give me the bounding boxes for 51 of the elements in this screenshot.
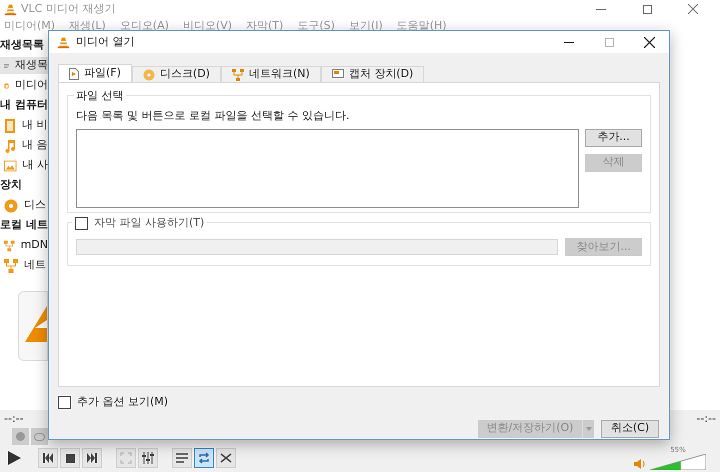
tab[interactable]: 디스크(D) [132, 66, 221, 82]
cone-icon [57, 36, 70, 48]
image-icon [4, 160, 16, 172]
elapsed-time: --:-- [4, 410, 24, 427]
stop-icon[interactable] [60, 448, 80, 468]
sidebar-item[interactable]: 내 비 [0, 117, 48, 134]
sidebar-item[interactable]: 재생목 [0, 57, 48, 74]
checkbox[interactable] [75, 216, 88, 230]
film-icon [4, 118, 16, 132]
maximize-icon[interactable] [642, 4, 652, 14]
speaker-icon[interactable] [634, 458, 646, 470]
sidebar-header: 장치 [0, 177, 23, 193]
network-icon [4, 258, 18, 272]
sidebar-item[interactable]: 내 음 [0, 137, 48, 154]
sidebar-item[interactable]: 네트 [0, 257, 48, 274]
maximize-icon [604, 38, 614, 46]
loop-icon[interactable] [194, 448, 214, 468]
sidebar-header: 재생목록 [0, 37, 45, 53]
network-icon [232, 68, 244, 80]
document-icon [69, 68, 79, 80]
sidebar-item[interactable]: 내 사 [0, 157, 48, 174]
description: 다음 목록 및 버튼으로 로컬 파일을 선택할 수 있습니다. [76, 108, 350, 124]
sidebar-item[interactable]: 미디어 [0, 77, 48, 94]
button[interactable]: 취소(C) [601, 420, 659, 438]
volume-slider[interactable] [650, 454, 706, 470]
music-note-icon [4, 138, 16, 152]
button[interactable]: 추가... [585, 128, 642, 146]
dialog-title: 미디어 열기 [76, 34, 134, 50]
sidebar-item[interactable]: mDN [0, 237, 48, 254]
tab[interactable]: 파일(F) [58, 64, 132, 82]
sidebar-header: 로컬 네트 [0, 217, 48, 233]
capture-card-icon [332, 69, 344, 80]
cone-icon [4, 2, 17, 16]
network-icon [4, 238, 15, 252]
checkbox[interactable] [58, 396, 71, 409]
disc-icon [4, 198, 18, 212]
previous-icon[interactable] [38, 448, 58, 468]
equalizer-icon[interactable] [138, 448, 158, 468]
total-time: --:-- [696, 410, 716, 427]
playlist-icon[interactable] [172, 448, 192, 468]
checkbox-label[interactable]: 추가 옵션 보기(M) [77, 394, 168, 410]
close-icon[interactable] [644, 36, 654, 48]
tab[interactable]: 네트워크(N) [220, 66, 321, 82]
window-title: VLC 미디어 재생기 [21, 0, 116, 17]
tab[interactable]: 캡처 장치(D) [320, 66, 424, 82]
file-list[interactable] [76, 128, 579, 208]
next-icon[interactable] [82, 448, 102, 468]
checkbox-label[interactable]: 자막 파일 사용하기(T) [94, 215, 204, 232]
sidebar-item[interactable]: 디스 [0, 197, 48, 214]
sidebar-header: 내 컴퓨터 [0, 97, 48, 113]
subtitle-file-field[interactable] [76, 239, 558, 255]
